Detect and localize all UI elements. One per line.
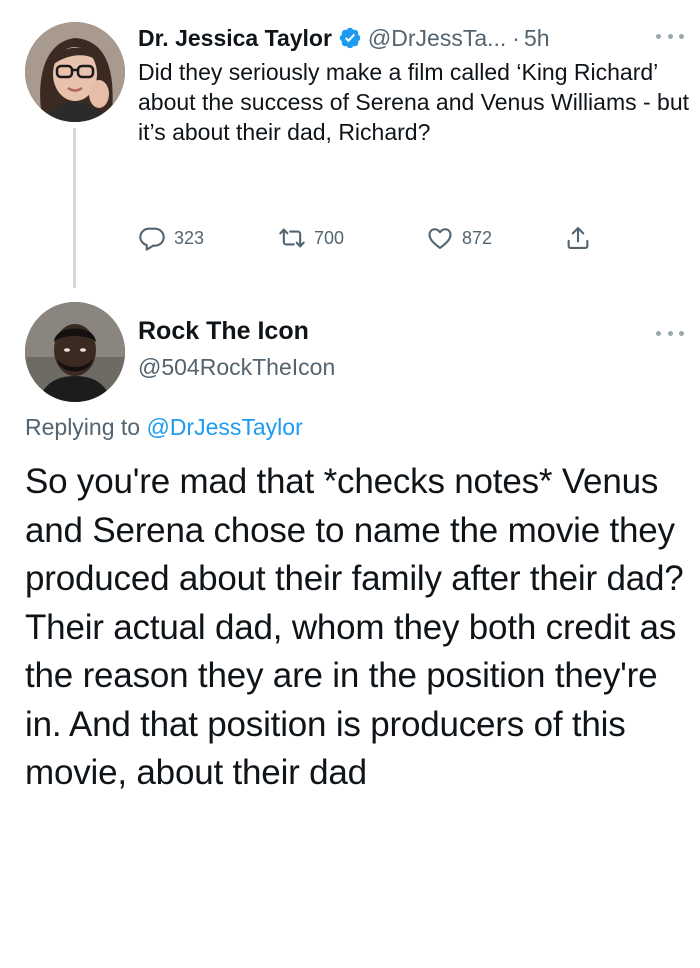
avatar[interactable]: [25, 22, 125, 122]
author-name[interactable]: Dr. Jessica Taylor: [138, 25, 332, 52]
tweet-actions: 323 700 872: [138, 220, 608, 256]
author-name[interactable]: Rock The Icon: [138, 317, 309, 346]
replying-prefix: Replying to: [25, 414, 147, 440]
verified-badge-icon: [338, 26, 362, 50]
tweet-thread: Dr. Jessica Taylor @DrJessTa... · 5h Did…: [0, 0, 700, 968]
avatar-photo: [25, 22, 125, 122]
separator-dot: ·: [512, 24, 520, 51]
more-icon[interactable]: [656, 328, 684, 338]
avatar-photo: [25, 302, 125, 402]
retweet-button[interactable]: 700: [278, 224, 344, 252]
avatar[interactable]: [25, 302, 125, 402]
original-tweet[interactable]: Dr. Jessica Taylor @DrJessTa... · 5h Did…: [0, 0, 700, 300]
retweet-count: 700: [314, 227, 345, 248]
tweet-header: Dr. Jessica Taylor @DrJessTa... · 5h: [138, 22, 550, 54]
author-handle[interactable]: @504RockTheIcon: [138, 354, 335, 381]
more-icon[interactable]: [656, 31, 684, 41]
like-icon: [428, 228, 452, 249]
tweet-text: So you're mad that *checks notes* Venus …: [25, 462, 684, 792]
retweet-icon: [279, 228, 305, 248]
reply-count: 323: [174, 227, 205, 248]
author-handle[interactable]: @DrJessTa...: [368, 25, 506, 52]
replying-to: Replying to @DrJessTaylor: [25, 414, 303, 441]
like-button[interactable]: 872: [426, 224, 492, 252]
share-button[interactable]: [564, 224, 600, 252]
tweet-timestamp[interactable]: 5h: [524, 25, 550, 52]
mention-link[interactable]: @DrJessTaylor: [146, 414, 302, 440]
like-count: 872: [462, 227, 493, 248]
share-icon: [567, 227, 589, 249]
reply-button[interactable]: 323: [138, 224, 204, 252]
tweet-text: Did they seriously make a film called ‘K…: [138, 59, 690, 145]
thread-line: [73, 128, 76, 288]
reply-icon: [139, 227, 165, 251]
